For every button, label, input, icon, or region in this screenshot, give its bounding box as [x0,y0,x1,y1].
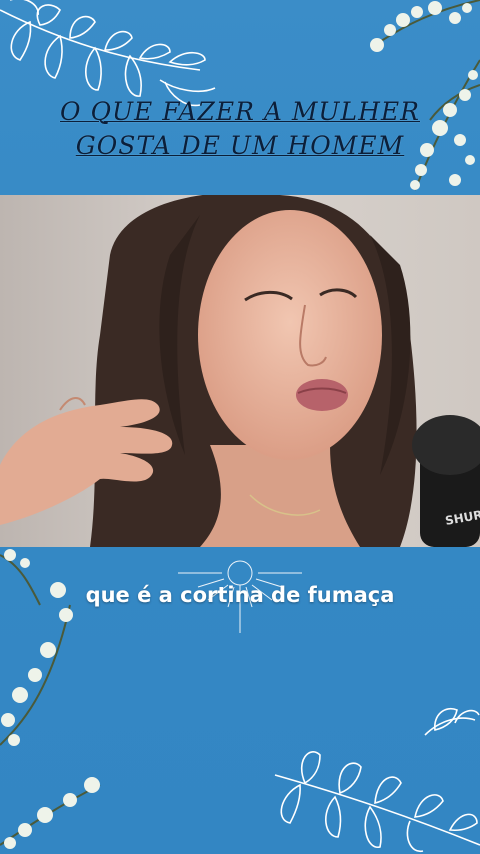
title-line-1: O QUE FAZER A MULHER [60,97,420,126]
video-caption: que é a cortina de fumaça [85,583,395,607]
title-block: O QUE FAZER A MULHER GOSTA DE UM HOMEM [0,95,480,163]
leaf-branch-bottom-right [274,708,480,853]
video-scene: SHURE [0,195,480,547]
video-frame[interactable]: SHURE [0,195,480,547]
title-line-2: GOSTA DE UM HOMEM [75,131,405,160]
